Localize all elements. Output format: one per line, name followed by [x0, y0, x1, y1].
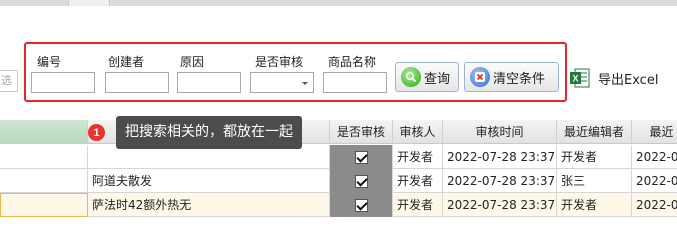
last-editor-cell: 开发者 — [557, 145, 632, 169]
last-edit-time-cell: 2022-07 — [632, 169, 677, 193]
reason-cell: 阿道夫散发 — [88, 169, 330, 193]
tab-stub[interactable] — [68, 0, 110, 6]
last-editor-cell: 张三 — [557, 169, 632, 193]
header-left-green — [0, 120, 88, 144]
filter-input-reason[interactable] — [177, 72, 241, 93]
clear-conditions-button[interactable]: 清空条件 — [464, 62, 559, 92]
last-editor-cell: 开发者 — [557, 193, 632, 217]
reviewed-cell[interactable] — [330, 193, 393, 217]
export-button-label: 导出Excel — [598, 72, 659, 88]
filter-select-reviewed[interactable] — [250, 72, 314, 93]
top-tab-bar — [0, 0, 677, 6]
clear-button-label: 清空条件 — [493, 71, 546, 87]
chevron-down-icon — [302, 82, 308, 85]
reviewer-cell: 开发者 — [393, 193, 443, 217]
header-last-editor[interactable]: 最近编辑者 — [557, 120, 632, 144]
table-row[interactable]: 阿道夫散发 开发者 2022-07-28 23:37 张三 2022-07 — [0, 169, 677, 193]
excel-icon: X — [570, 67, 590, 89]
annotation-tooltip: 1 把搜索相关的，都放在一起 — [88, 116, 302, 149]
svg-text:X: X — [572, 74, 578, 84]
review-time-cell: 2022-07-28 23:37 — [443, 169, 557, 193]
filter-input-creator[interactable] — [105, 72, 169, 93]
filter-label-reason: 原因 — [180, 55, 205, 69]
filter-label-creator: 创建者 — [108, 55, 145, 69]
checkbox-checked[interactable] — [354, 174, 368, 188]
header-last-edit-time[interactable]: 最近 — [632, 120, 677, 144]
filter-label-reviewed: 是否审核 — [255, 55, 304, 69]
filter-input-product-name[interactable] — [323, 72, 387, 93]
filter-input-id[interactable] — [31, 72, 95, 93]
clear-icon — [470, 67, 490, 87]
search-icon — [401, 67, 421, 87]
reviewed-cell[interactable] — [330, 145, 393, 169]
step-number-badge: 1 — [88, 124, 105, 141]
filter-label-id: 编号 — [37, 55, 62, 69]
query-button-label: 查询 — [424, 71, 451, 87]
header-review-time[interactable]: 审核时间 — [443, 120, 557, 144]
reason-cell: 萨法时42额外热无 — [88, 193, 330, 217]
last-edit-time-cell: 2022-07 — [632, 193, 677, 217]
clipped-left-input[interactable]: 选 — [0, 70, 18, 92]
reviewer-cell: 开发者 — [393, 169, 443, 193]
last-edit-time-cell: 2022-07 — [632, 145, 677, 169]
header-reviewed[interactable]: 是否审核 — [330, 120, 393, 144]
table-row-selected[interactable]: 萨法时42额外热无 开发者 2022-07-28 23:37 开发者 2022-… — [0, 193, 677, 217]
row-left-cell — [0, 145, 88, 169]
reviewer-cell: 开发者 — [393, 145, 443, 169]
query-panel: 选 编号 创建者 原因 是否审核 商品名称 查询 清空条件 X 导出Excel … — [0, 0, 677, 245]
query-button[interactable]: 查询 — [395, 62, 459, 92]
checkbox-checked[interactable] — [354, 198, 368, 212]
row-left-cell — [0, 169, 88, 193]
export-excel-button[interactable]: X 导出Excel — [566, 64, 662, 92]
review-time-cell: 2022-07-28 23:37 — [443, 193, 557, 217]
checkbox-checked[interactable] — [354, 150, 368, 164]
filter-label-product-name: 商品名称 — [328, 55, 377, 69]
header-reviewer[interactable]: 审核人 — [393, 120, 443, 144]
row-left-cell[interactable] — [0, 193, 88, 217]
review-time-cell: 2022-07-28 23:37 — [443, 145, 557, 169]
reviewed-cell[interactable] — [330, 169, 393, 193]
tooltip-text: 把搜索相关的，都放在一起 — [116, 116, 302, 149]
